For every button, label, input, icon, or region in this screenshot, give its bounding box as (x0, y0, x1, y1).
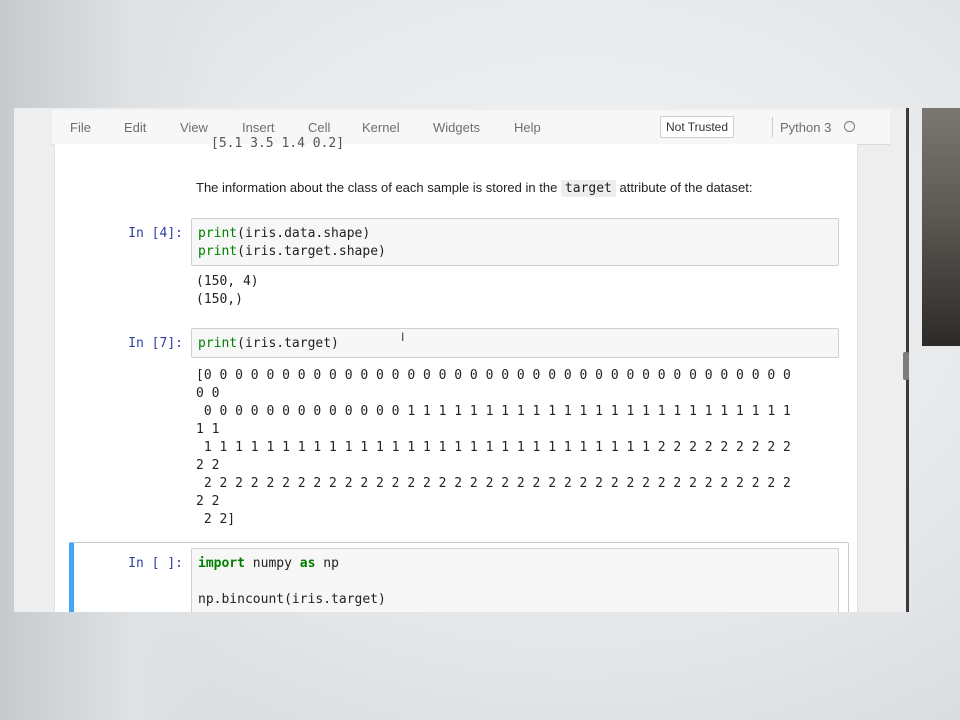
trust-status-button[interactable]: Not Trusted (660, 116, 735, 138)
code-input[interactable]: print(iris.data.shape) print(iris.target… (191, 218, 839, 266)
output-line: 0 0 0 0 0 0 0 0 0 0 0 0 0 1 1 1 1 1 1 1 … (196, 404, 791, 419)
notebook-container: [5.1 3.5 1.4 0.2] The information about … (54, 136, 858, 612)
menu-insert[interactable]: Insert (242, 120, 275, 135)
output-line: 1 1 (196, 422, 220, 437)
code-line: import numpy as np (198, 556, 339, 571)
menu-bar: File Edit View Insert Cell Kernel Widget… (52, 110, 890, 145)
menu-widgets[interactable]: Widgets (433, 120, 480, 135)
code-input[interactable]: import numpy as np np.bincount(iris.targ… (191, 548, 839, 612)
menu-edit[interactable]: Edit (124, 120, 146, 135)
menu-cell[interactable]: Cell (308, 120, 330, 135)
code-line: print(iris.data.shape) (198, 226, 371, 241)
keyword: import (198, 556, 245, 571)
cell-prompt: In [7]: (128, 336, 183, 351)
menu-file[interactable]: File (70, 120, 91, 135)
output-line: (150, 4) (196, 274, 259, 289)
output-line: 2 2 2 2 2 2 2 2 2 2 2 2 2 2 2 2 2 2 2 2 … (196, 476, 791, 491)
code-text: np (315, 556, 339, 571)
code-line-1: (iris.data.shape) (237, 226, 371, 241)
cell-prompt: In [ ]: (128, 556, 183, 571)
output-line: 2 2 (196, 494, 220, 509)
markdown-text-before: The information about the class of each … (196, 180, 561, 195)
code-line: print(iris.target) (198, 336, 339, 351)
output-line: (150,) (196, 292, 243, 307)
code-line-2: (iris.target.shape) (237, 244, 386, 259)
markdown-cell: The information about the class of each … (196, 180, 753, 197)
output-line: 0 0 (196, 386, 220, 401)
inline-code: target (560, 180, 616, 197)
output-line: 2 2 (196, 458, 220, 473)
markdown-text-after: attribute of the dataset: (615, 180, 753, 195)
menu-help[interactable]: Help (514, 120, 541, 135)
webcam-overlay (922, 108, 960, 346)
kernel-idle-icon (844, 121, 855, 132)
code-line: np.bincount(iris.target) (198, 592, 386, 607)
code-line-1: (iris.target) (237, 336, 339, 351)
code-input[interactable]: print(iris.target) (191, 328, 839, 358)
keyword: as (299, 556, 316, 571)
jupyter-window: File Edit View Insert Cell Kernel Widget… (14, 108, 906, 612)
menu-view[interactable]: View (180, 120, 208, 135)
previous-output: [5.1 3.5 1.4 0.2] (211, 136, 345, 150)
code-line: print(iris.target.shape) (198, 244, 386, 259)
menu-kernel[interactable]: Kernel (362, 120, 400, 135)
output-line: 1 1 1 1 1 1 1 1 1 1 1 1 1 1 1 1 1 1 1 1 … (196, 440, 791, 455)
output-line: [0 0 0 0 0 0 0 0 0 0 0 0 0 0 0 0 0 0 0 0… (196, 368, 791, 383)
scrollbar-thumb[interactable] (903, 352, 909, 380)
code-text: numpy (244, 556, 300, 571)
cell-prompt: In [4]: (128, 226, 183, 241)
text-cursor-icon: I (401, 330, 405, 344)
kernel-name: Python 3 (780, 120, 832, 135)
output-line: 2 2] (196, 512, 236, 527)
kernel-divider (772, 117, 773, 137)
